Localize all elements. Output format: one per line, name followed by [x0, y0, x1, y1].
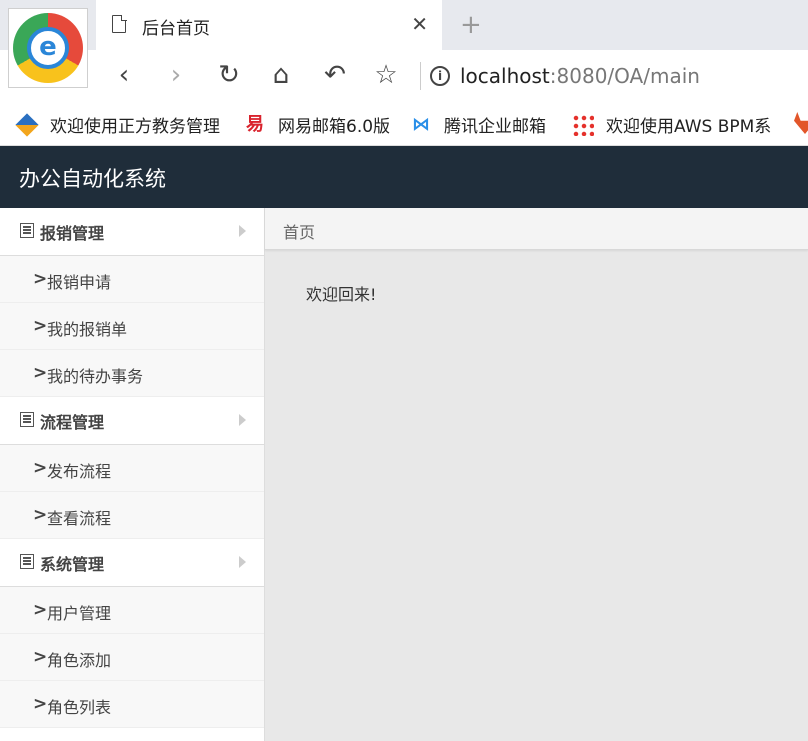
sidebar-group-process[interactable]: 流程管理	[0, 397, 264, 445]
chevron-right-icon: >	[33, 458, 48, 478]
sidebar-item[interactable]: > 报销申请	[0, 256, 264, 303]
chevron-right-icon: >	[33, 363, 48, 383]
undo-icon[interactable]: ↶	[320, 60, 350, 90]
sidebar-group-reimbursement[interactable]: 报销管理	[0, 208, 264, 256]
breadcrumb-home[interactable]: 首页	[283, 219, 315, 243]
app-brand: 办公自动化系统	[19, 167, 166, 191]
chevron-right-icon: >	[33, 505, 48, 525]
sidebar-item[interactable]: > 角色添加	[0, 634, 264, 681]
sidebar-item[interactable]: > 角色列表	[0, 681, 264, 728]
browser-tab[interactable]: 后台首页 ✕	[96, 0, 442, 50]
gitlab-icon	[794, 112, 808, 134]
bookmark-item[interactable]	[794, 112, 808, 134]
bookmarks-bar: 欢迎使用正方教务管理 易 网易邮箱6.0版 ⋈ 腾讯企业邮箱 欢迎使用AWS B…	[0, 102, 808, 146]
main-content: 首页 欢迎回来!	[265, 208, 808, 741]
list-icon	[20, 554, 34, 569]
sidebar-item[interactable]: > 用户管理	[0, 587, 264, 634]
browser-toolbar: ‹ › ↻ ⌂ ↶ ☆ i localhost:8080/OA/main	[0, 50, 808, 102]
info-icon[interactable]: i	[430, 66, 450, 86]
netease-mail-icon: 易	[246, 113, 264, 135]
caret-right-icon	[239, 225, 246, 237]
page-icon	[112, 14, 127, 33]
url-path: :8080/OA/main	[549, 64, 700, 88]
chevron-right-icon: >	[33, 316, 48, 336]
caret-right-icon	[239, 556, 246, 568]
sidebar-item[interactable]: > 查看流程	[0, 492, 264, 539]
browser-tab-bar: 后台首页 ✕ +	[0, 0, 808, 50]
toolbar-divider	[420, 62, 421, 90]
aws-bpm-icon	[572, 113, 594, 136]
caret-right-icon	[239, 414, 246, 426]
chevron-right-icon: >	[33, 269, 48, 289]
tencent-mail-icon: ⋈	[412, 113, 430, 135]
back-icon[interactable]: ‹	[109, 60, 139, 90]
chevron-right-icon: >	[33, 694, 48, 714]
browser-logo: e	[8, 8, 88, 88]
sidebar-group-label: 报销管理	[40, 224, 105, 243]
new-tab-icon[interactable]: +	[460, 10, 482, 40]
app-header: 办公自动化系统	[0, 146, 808, 208]
welcome-message: 欢迎回来!	[306, 285, 377, 304]
tab-title: 后台首页	[142, 19, 210, 39]
chevron-right-icon: >	[33, 600, 48, 620]
bookmark-item[interactable]: ⋈ 腾讯企业邮箱	[410, 112, 546, 138]
url-host: localhost	[460, 64, 550, 88]
reload-icon[interactable]: ↻	[214, 60, 244, 90]
sidebar: 报销管理 > 报销申请 > 我的报销单 > 我的待办事务 流程管理 > 发布流程…	[0, 208, 265, 741]
sidebar-item[interactable]: > 我的报销单	[0, 303, 264, 350]
bookmark-item[interactable]: 易 网易邮箱6.0版	[244, 112, 390, 138]
sidebar-group-label: 流程管理	[40, 413, 105, 432]
bookmark-item[interactable]: 欢迎使用正方教务管理	[15, 112, 220, 137]
breadcrumb: 首页	[265, 208, 808, 250]
close-tab-icon[interactable]: ✕	[411, 12, 428, 36]
home-icon[interactable]: ⌂	[266, 60, 296, 90]
list-icon	[20, 412, 34, 427]
sidebar-item[interactable]: > 发布流程	[0, 445, 264, 492]
forward-icon[interactable]: ›	[161, 60, 191, 90]
chevron-right-icon: >	[33, 647, 48, 667]
sidebar-group-label: 系统管理	[40, 555, 105, 574]
sidebar-item[interactable]: > 我的待办事务	[0, 350, 264, 397]
zf-icon	[15, 112, 39, 137]
address-bar[interactable]: localhost:8080/OA/main	[460, 64, 700, 88]
sidebar-group-system[interactable]: 系统管理	[0, 539, 264, 587]
list-icon	[20, 223, 34, 238]
bookmark-item[interactable]: 欢迎使用AWS BPM系	[572, 112, 771, 137]
star-icon[interactable]: ☆	[371, 60, 401, 90]
